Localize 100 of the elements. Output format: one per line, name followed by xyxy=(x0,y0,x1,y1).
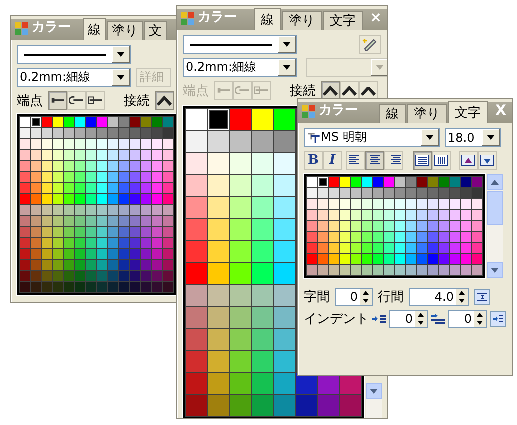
up-arrow-icon xyxy=(461,155,476,166)
tab[interactable]: 文 xyxy=(144,21,167,40)
color-swatch[interactable] xyxy=(450,177,460,187)
italic-button[interactable]: I xyxy=(323,151,342,170)
tab[interactable]: 塗り xyxy=(407,104,447,123)
lower-text-button[interactable] xyxy=(478,151,497,170)
color-swatch[interactable] xyxy=(42,117,52,127)
color-swatch[interactable] xyxy=(20,117,30,127)
bold-button[interactable]: B xyxy=(304,151,323,170)
color-swatch[interactable] xyxy=(108,117,118,127)
dropdown-arrow-button[interactable] xyxy=(278,36,296,53)
line-end-icon xyxy=(216,85,231,96)
palette-icon xyxy=(181,12,195,26)
align-button[interactable] xyxy=(384,151,403,170)
color-swatch[interactable] xyxy=(384,177,394,187)
color-swatch[interactable] xyxy=(274,109,295,130)
color-swatch[interactable] xyxy=(307,177,317,187)
join-button[interactable] xyxy=(155,91,174,110)
color-swatch[interactable] xyxy=(340,177,350,187)
caret-icon xyxy=(117,75,125,80)
caret-icon xyxy=(283,42,291,47)
line-width-select[interactable]: 0.2mm:細線 xyxy=(183,58,297,77)
color-swatch[interactable] xyxy=(472,177,482,187)
dropdown-arrow-button[interactable] xyxy=(112,69,130,86)
dropdown-arrow-button[interactable] xyxy=(278,59,296,76)
color-swatch[interactable] xyxy=(395,177,405,187)
tab[interactable]: 線 xyxy=(83,18,106,40)
tab[interactable]: 文字 xyxy=(323,11,363,30)
endpoint-button[interactable] xyxy=(67,91,86,110)
chevron-icon xyxy=(361,85,376,96)
color-swatch[interactable] xyxy=(208,109,229,130)
line-end-icon xyxy=(88,95,103,106)
spinner-arrows[interactable] xyxy=(474,311,486,327)
caret-icon xyxy=(426,135,434,140)
text-direction-button[interactable] xyxy=(413,151,432,170)
tab[interactable]: 線 xyxy=(254,8,281,30)
color-swatch[interactable] xyxy=(75,117,85,127)
field-value: 4.0 xyxy=(434,290,455,304)
color-swatch[interactable] xyxy=(362,177,372,187)
color-swatch[interactable] xyxy=(86,117,96,127)
dropdown-arrow-button[interactable] xyxy=(112,46,130,63)
color-swatch[interactable] xyxy=(152,117,162,127)
scroll-down-button[interactable] xyxy=(487,262,503,278)
dropdown-arrow-button[interactable] xyxy=(482,129,500,146)
scroll-thumb[interactable] xyxy=(487,191,503,225)
color-swatch[interactable] xyxy=(351,177,361,187)
font-size-select[interactable]: 18.0 xyxy=(445,128,501,147)
number-field[interactable]: 4.0 xyxy=(409,288,469,306)
align-button[interactable] xyxy=(346,151,365,170)
color-swatch[interactable] xyxy=(230,109,251,130)
spinner-arrows[interactable] xyxy=(360,289,372,305)
indent-button[interactable] xyxy=(490,311,506,327)
tab[interactable]: 文字 xyxy=(448,101,488,123)
number-field[interactable]: 0 xyxy=(389,310,428,328)
color-swatch[interactable] xyxy=(64,117,74,127)
color-swatch[interactable] xyxy=(31,117,41,127)
font-select[interactable]: MS 明朝 xyxy=(304,128,440,147)
dropdown-arrow-button[interactable] xyxy=(421,129,439,146)
number-field[interactable]: 0 xyxy=(335,288,373,306)
raise-text-button[interactable] xyxy=(459,151,478,170)
color-swatch[interactable] xyxy=(439,177,449,187)
scroll-up-button[interactable] xyxy=(487,174,503,190)
endpoint-button[interactable] xyxy=(86,91,105,110)
color-swatch[interactable] xyxy=(428,177,438,187)
spinner-arrows[interactable] xyxy=(456,289,468,305)
endpoint-label: 端点 xyxy=(17,92,43,110)
color-swatch[interactable] xyxy=(53,117,63,127)
line-end-icon xyxy=(254,85,269,96)
color-swatch[interactable] xyxy=(329,177,339,187)
color-swatch[interactable] xyxy=(97,117,107,127)
scrollbar[interactable] xyxy=(487,174,503,278)
color-swatch[interactable] xyxy=(130,117,140,127)
color-swatch[interactable] xyxy=(406,177,416,187)
color-swatch[interactable] xyxy=(119,117,129,127)
tab[interactable]: 塗り xyxy=(107,21,143,40)
align-button[interactable] xyxy=(365,151,384,170)
pen-button[interactable] xyxy=(359,35,381,54)
line-style-select[interactable] xyxy=(183,35,297,54)
tab[interactable]: 塗り xyxy=(282,11,322,30)
color-swatch[interactable] xyxy=(373,177,383,187)
horizontal-text-icon xyxy=(415,155,430,166)
color-swatch[interactable] xyxy=(318,177,328,187)
color-swatch[interactable] xyxy=(461,177,471,187)
color-swatch[interactable] xyxy=(186,109,207,130)
text-direction-button[interactable] xyxy=(432,151,451,170)
scroll-down-button[interactable] xyxy=(366,383,382,399)
color-swatch[interactable] xyxy=(141,117,151,127)
color-swatch[interactable] xyxy=(417,177,427,187)
caret-icon xyxy=(283,65,291,70)
spacing-button[interactable] xyxy=(474,289,490,305)
number-field[interactable]: 0 xyxy=(448,310,487,328)
line-width-select[interactable]: 0.2mm:細線 xyxy=(17,68,131,87)
color-swatch[interactable] xyxy=(252,109,273,130)
field-value: 0 xyxy=(349,290,359,304)
color-swatch[interactable] xyxy=(163,117,173,127)
scrollbar[interactable] xyxy=(366,383,382,418)
line-style-select[interactable] xyxy=(17,45,131,64)
spinner-arrows[interactable] xyxy=(415,311,427,327)
endpoint-button[interactable] xyxy=(48,91,67,110)
tab[interactable]: 線 xyxy=(379,104,406,123)
